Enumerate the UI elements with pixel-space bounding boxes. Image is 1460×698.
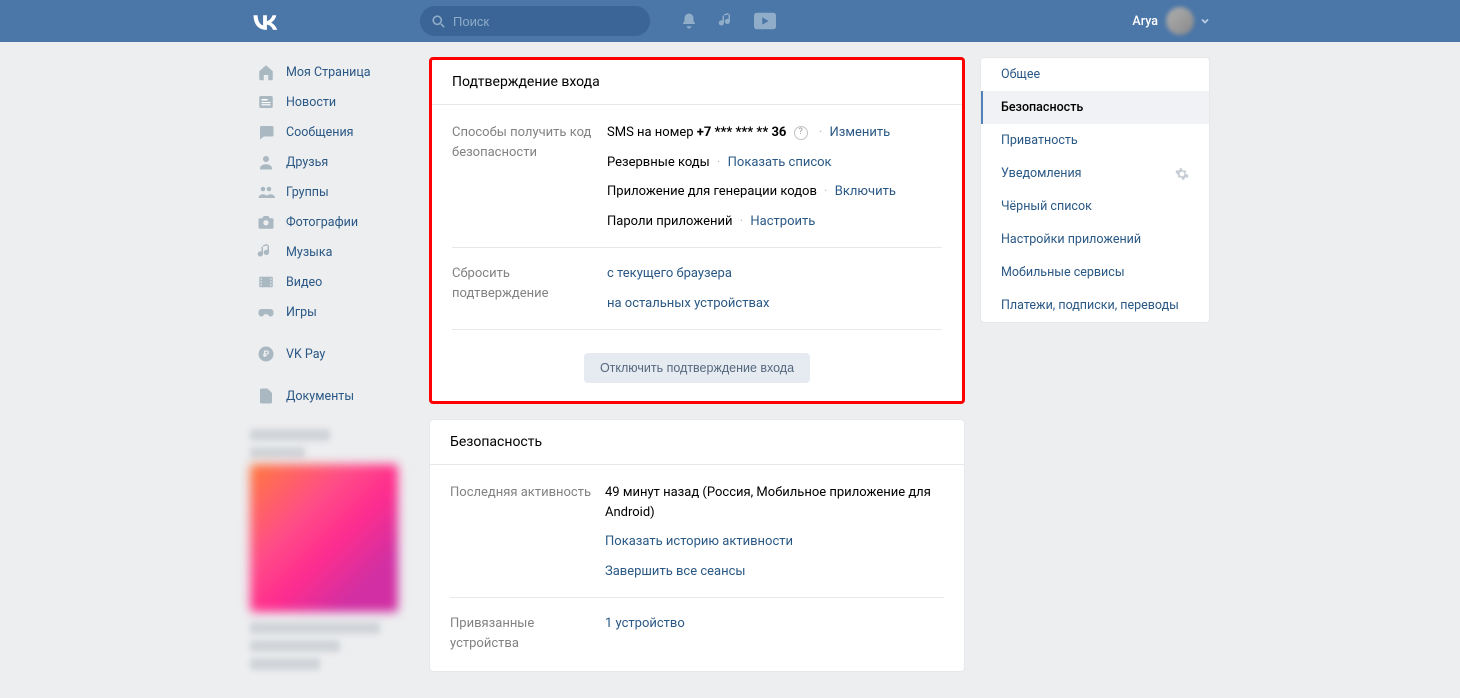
gamepad-icon xyxy=(256,302,276,322)
svg-text:₽: ₽ xyxy=(263,350,270,360)
news-icon xyxy=(256,92,276,112)
main-content: Подтверждение входа Способы получить код… xyxy=(429,57,965,687)
doc-icon xyxy=(256,386,276,406)
right-sidebar: Общее Безопасность Приватность Уведомлен… xyxy=(980,57,1210,687)
login-confirmation-card: Подтверждение входа Способы получить код… xyxy=(429,57,965,404)
person-icon xyxy=(256,152,276,172)
nav-video[interactable]: Видео xyxy=(250,267,414,297)
search-input[interactable] xyxy=(453,14,638,29)
search-box[interactable] xyxy=(420,6,650,36)
settings-item-apps[interactable]: Настройки приложений xyxy=(981,223,1209,256)
nav-music[interactable]: Музыка xyxy=(250,237,414,267)
note-icon xyxy=(256,242,276,262)
film-icon xyxy=(256,272,276,292)
show-list-link[interactable]: Показать список xyxy=(728,155,832,170)
change-link[interactable]: Изменить xyxy=(830,125,891,140)
security-card: Безопасность Последняя активность 49 мин… xyxy=(429,419,965,672)
avatar xyxy=(1166,7,1194,35)
settings-item-general[interactable]: Общее xyxy=(981,58,1209,91)
music-icon[interactable] xyxy=(716,10,738,32)
settings-item-blacklist[interactable]: Чёрный список xyxy=(981,190,1209,223)
app-passwords-row: Пароли приложений · Настроить xyxy=(607,212,942,232)
left-sidebar: Моя Страница Новости Сообщения Друзья Гр… xyxy=(250,57,414,687)
header-icons xyxy=(678,10,776,32)
settings-item-mobile[interactable]: Мобильные сервисы xyxy=(981,256,1209,289)
settings-item-notifications[interactable]: Уведомления xyxy=(981,157,1209,190)
user-menu[interactable]: Arya xyxy=(1132,7,1210,35)
sms-row: SMS на номер +7 *** *** ** 36 ? · Измени… xyxy=(607,123,942,143)
bell-icon[interactable] xyxy=(678,10,700,32)
camera-icon xyxy=(256,212,276,232)
security-methods-section: Способы получить код безопасности SMS на… xyxy=(452,123,942,247)
nav-messages[interactable]: Сообщения xyxy=(250,117,414,147)
nav-friends[interactable]: Друзья xyxy=(250,147,414,177)
end-sessions-link[interactable]: Завершить все сеансы xyxy=(605,564,746,579)
page-container: Моя Страница Новости Сообщения Друзья Гр… xyxy=(250,42,1210,687)
nav-news[interactable]: Новости xyxy=(250,87,414,117)
nav-groups[interactable]: Группы xyxy=(250,177,414,207)
settings-item-security[interactable]: Безопасность xyxy=(981,91,1209,124)
nav-menu: Моя Страница Новости Сообщения Друзья Гр… xyxy=(250,57,414,411)
last-activity-section: Последняя активность 49 минут назад (Рос… xyxy=(450,483,944,597)
reset-label: Сбросить подтверждение xyxy=(452,264,607,313)
nav-my-page[interactable]: Моя Страница xyxy=(250,57,414,87)
left-widget-blurred xyxy=(250,429,414,670)
nav-vkpay[interactable]: ₽ VK Pay xyxy=(250,339,414,369)
configure-link[interactable]: Настроить xyxy=(750,214,815,229)
confirmation-title: Подтверждение входа xyxy=(432,60,962,105)
chat-icon xyxy=(256,122,276,142)
reset-current-link[interactable]: с текущего браузера xyxy=(607,266,732,281)
nav-docs[interactable]: Документы xyxy=(250,381,414,411)
show-history-link[interactable]: Показать историю активности xyxy=(605,534,793,549)
chevron-down-icon xyxy=(1200,16,1210,26)
methods-label: Способы получить код безопасности xyxy=(452,123,607,231)
settings-menu: Общее Безопасность Приватность Уведомлен… xyxy=(980,57,1210,323)
last-activity-text: 49 минут назад (Россия, Мобильное прилож… xyxy=(605,483,944,522)
gear-icon[interactable] xyxy=(1175,167,1189,181)
settings-item-payments[interactable]: Платежи, подписки, переводы xyxy=(981,289,1209,322)
username: Arya xyxy=(1132,14,1158,29)
help-icon[interactable]: ? xyxy=(794,126,808,140)
linked-devices-link[interactable]: 1 устройство xyxy=(605,616,685,631)
last-activity-label: Последняя активность xyxy=(450,483,605,581)
security-title: Безопасность xyxy=(430,420,964,465)
reset-other-link[interactable]: на остальных устройствах xyxy=(607,296,769,311)
search-icon xyxy=(432,15,445,28)
reset-confirmation-section: Сбросить подтверждение с текущего браузе… xyxy=(452,247,942,329)
app-header: Arya xyxy=(0,0,1460,42)
nav-photos[interactable]: Фотографии xyxy=(250,207,414,237)
group-icon xyxy=(256,182,276,202)
linked-devices-label: Привязанные устройства xyxy=(450,614,605,653)
vk-logo[interactable] xyxy=(250,12,280,30)
linked-devices-section: Привязанные устройства 1 устройство xyxy=(450,597,944,653)
disable-confirmation-button[interactable]: Отключить подтверждение входа xyxy=(584,353,810,383)
backup-codes-row: Резервные коды · Показать список xyxy=(607,153,942,173)
nav-games[interactable]: Игры xyxy=(250,297,414,327)
ruble-icon: ₽ xyxy=(256,344,276,364)
code-app-row: Приложение для генерации кодов · Включит… xyxy=(607,182,942,202)
enable-link[interactable]: Включить xyxy=(835,184,896,199)
home-icon xyxy=(256,62,276,82)
video-play-icon[interactable] xyxy=(754,10,776,32)
settings-item-privacy[interactable]: Приватность xyxy=(981,124,1209,157)
